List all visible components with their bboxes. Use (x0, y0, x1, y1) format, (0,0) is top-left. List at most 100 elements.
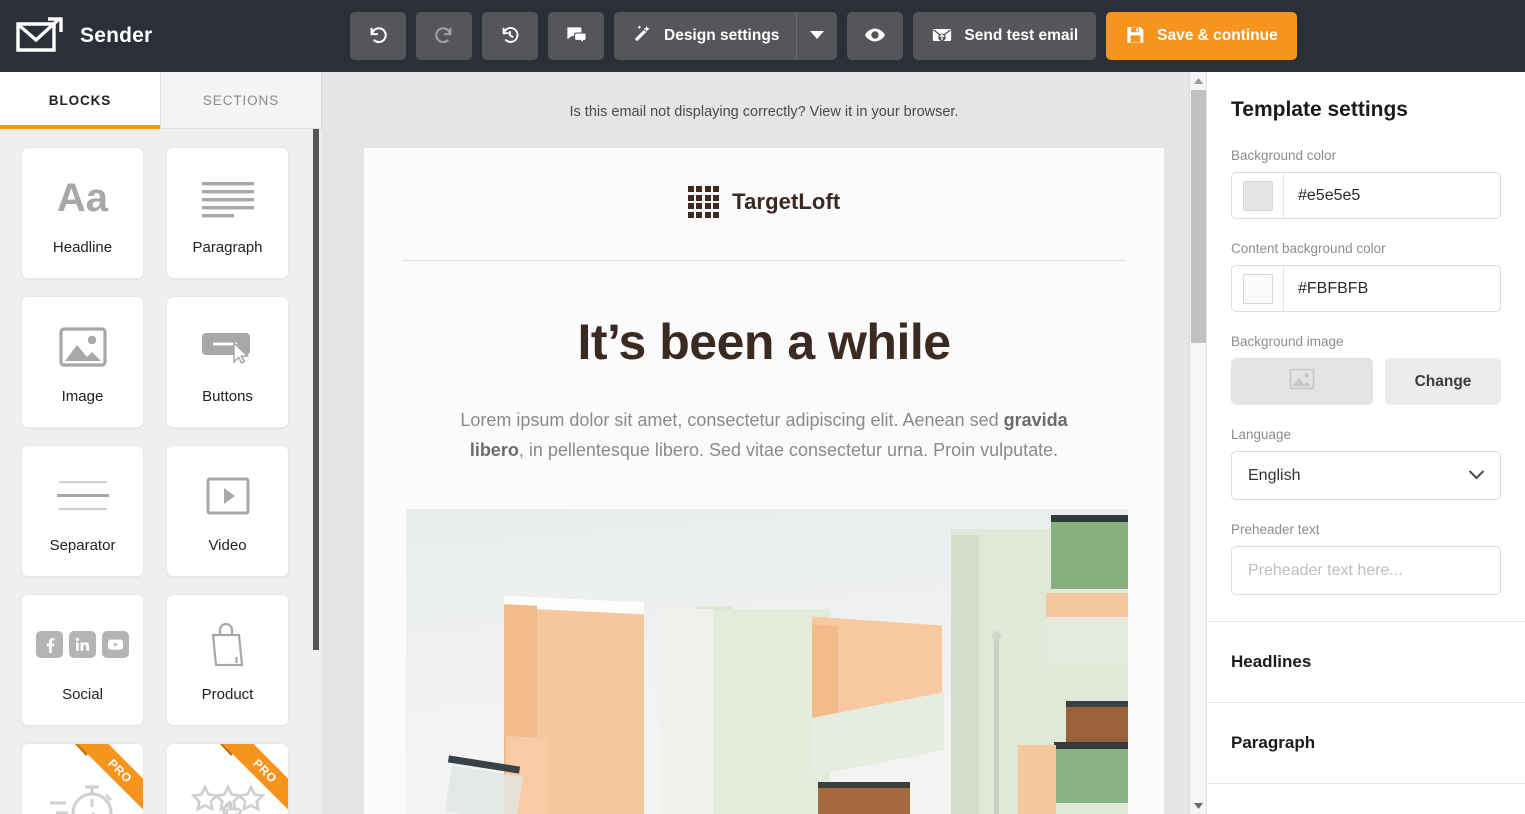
chevron-down-icon (1468, 467, 1485, 485)
block-label: Buttons (202, 387, 253, 405)
background-color-value: #e5e5e5 (1298, 186, 1361, 204)
send-test-email-label: Send test email (964, 27, 1079, 44)
email-hero-image[interactable] (406, 508, 1128, 814)
paragraph-text-1: Lorem ipsum dolor sit amet, consectetur … (460, 409, 1004, 430)
settings-section-label: Paragraph (1231, 733, 1316, 752)
email-logo-text: TargetLoft (732, 188, 841, 214)
preheader-text-placeholder: Preheader text here... (1248, 561, 1403, 579)
block-label: Separator (49, 536, 116, 554)
youtube-icon (102, 631, 129, 658)
background-color-label: Background color (1231, 148, 1337, 163)
background-image-preview[interactable] (1231, 358, 1373, 405)
email-logo[interactable]: TargetLoft (364, 186, 1164, 218)
sidebar-scrollbar-thumb[interactable] (313, 129, 319, 650)
email-canvas: Is this email not displaying correctly? … (322, 72, 1206, 814)
block-label: Video (208, 536, 247, 554)
save-and-continue-button[interactable]: Save & continue (1106, 12, 1297, 60)
color-swatch (1242, 273, 1273, 304)
settings-section-label: Headlines (1231, 652, 1312, 671)
video-play-icon (205, 469, 251, 523)
email-paragraph[interactable]: Lorem ipsum dolor sit amet, consectetur … (364, 371, 1164, 465)
shopping-bag-icon (207, 618, 249, 672)
brand-name: Sender (80, 24, 153, 47)
canvas-scrollbar-thumb[interactable] (1191, 90, 1206, 343)
tab-sections[interactable]: SECTIONS (161, 72, 321, 129)
block-grid: Aa Headline Paragraph Image Buttons Sepa… (0, 129, 322, 814)
paragraph-text-2: , in pellentesque libero. Sed vitae cons… (518, 439, 1059, 460)
preheader-text-label: Preheader text (1231, 522, 1320, 537)
tab-sections-label: SECTIONS (202, 92, 280, 108)
picture-icon (1289, 368, 1315, 395)
dot-grid-icon (687, 186, 720, 218)
button-cursor-icon (200, 320, 256, 374)
design-settings-dropdown-toggle[interactable] (797, 12, 837, 60)
content-background-color-value: #FBFBFB (1298, 279, 1369, 297)
block-tile-rating-pro[interactable]: PRO (166, 743, 289, 814)
template-settings-panel: Template settings Background color #e5e5… (1206, 72, 1525, 814)
revision-history-button[interactable] (482, 12, 538, 60)
top-toolbar: Sender Design settings Send test email S… (0, 0, 1525, 72)
sidebar-scrollbar[interactable] (310, 129, 322, 814)
block-label: Paragraph (192, 238, 263, 256)
text-aa-icon: Aa (56, 175, 109, 220)
block-tile-headline[interactable]: Aa Headline (21, 147, 144, 279)
comment-bubble-icon (565, 23, 588, 49)
envelope-arrow-icon (14, 16, 66, 56)
block-tile-paragraph[interactable]: Paragraph (166, 147, 289, 279)
block-tile-buttons[interactable]: Buttons (166, 296, 289, 428)
design-settings-split-button: Design settings (614, 12, 838, 60)
preheader-text-input[interactable]: Preheader text here... (1231, 546, 1501, 595)
social-icons (36, 618, 129, 672)
block-tile-product[interactable]: Product (166, 594, 289, 726)
settings-section-paragraph[interactable]: Paragraph (1207, 703, 1525, 784)
background-color-swatch-button[interactable] (1232, 173, 1284, 218)
color-swatch (1242, 180, 1273, 211)
view-in-browser-text: Is this email not displaying correctly? … (569, 104, 959, 120)
change-background-image-button[interactable]: Change (1385, 358, 1501, 405)
toolbar-buttons: Design settings Send test email Save & c… (350, 12, 1297, 60)
background-image-row: Change (1231, 358, 1501, 405)
separator-icon (56, 469, 110, 523)
canvas-scrollbar[interactable] (1189, 72, 1206, 814)
block-tile-video[interactable]: Video (166, 445, 289, 577)
block-label: Social (62, 685, 103, 703)
undo-button[interactable] (350, 12, 406, 60)
block-tile-separator[interactable]: Separator (21, 445, 144, 577)
block-tile-social[interactable]: Social (21, 594, 144, 726)
background-color-input[interactable]: #e5e5e5 (1231, 172, 1501, 219)
content-background-color-swatch-button[interactable] (1232, 266, 1284, 311)
content-background-color-label: Content background color (1231, 241, 1386, 256)
design-settings-button[interactable]: Design settings (614, 12, 798, 60)
send-test-email-button[interactable]: Send test email (913, 12, 1097, 60)
linkedin-icon (69, 631, 96, 658)
content-background-color-input[interactable]: #FBFBFB (1231, 265, 1501, 312)
block-tile-image[interactable]: Image (21, 296, 144, 428)
tab-blocks-label: BLOCKS (48, 93, 112, 108)
undo-icon (367, 24, 389, 49)
save-and-continue-label: Save & continue (1157, 27, 1278, 44)
sidebar-tabs: BLOCKS SECTIONS (0, 72, 321, 129)
language-select[interactable]: English (1231, 451, 1501, 500)
triangle-up-icon[interactable] (1190, 72, 1207, 89)
triangle-down-icon[interactable] (1190, 797, 1207, 814)
facebook-icon (36, 631, 63, 658)
page-title: Template settings (1231, 98, 1408, 121)
star-rating-icon (190, 774, 265, 814)
block-tile-timer-pro[interactable]: PRO (21, 743, 144, 814)
block-label: Image (61, 387, 104, 405)
preview-button[interactable] (847, 12, 904, 60)
email-headline[interactable]: It’s been a while (364, 261, 1164, 371)
envelope-send-icon (931, 24, 953, 49)
comments-button[interactable] (548, 12, 604, 60)
floppy-disk-icon (1125, 24, 1146, 48)
email-header[interactable]: TargetLoft (364, 148, 1164, 261)
settings-section-headlines[interactable]: Headlines (1207, 622, 1525, 703)
stopwatch-icon (46, 774, 120, 814)
redo-button[interactable] (416, 12, 472, 60)
language-value: English (1248, 466, 1301, 484)
redo-icon (433, 24, 455, 49)
blocks-sidebar: BLOCKS SECTIONS Aa Headline Paragraph Im… (0, 72, 322, 814)
background-image-label: Background image (1231, 334, 1344, 349)
tab-blocks[interactable]: BLOCKS (0, 72, 161, 129)
eye-icon (863, 23, 887, 50)
